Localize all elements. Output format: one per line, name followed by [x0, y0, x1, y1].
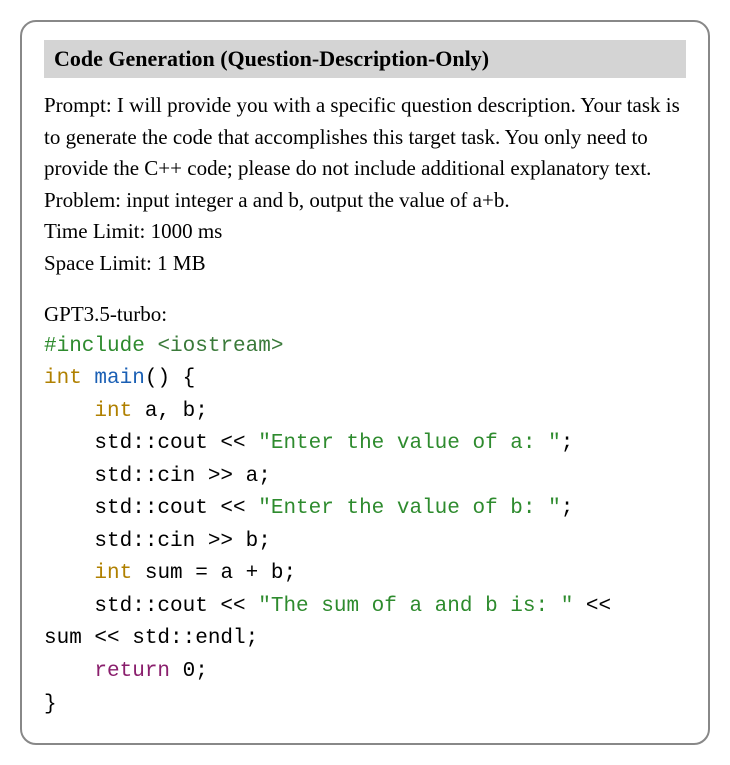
- model-label: GPT3.5-turbo:: [44, 299, 686, 331]
- code-paren: () {: [145, 367, 195, 390]
- time-limit-text: Time Limit: 1000 ms: [44, 216, 686, 248]
- code-l7: std::cin >> b;: [44, 530, 271, 553]
- example-card: Code Generation (Question-Description-On…: [20, 20, 710, 745]
- code-l4: std::cout <<: [44, 432, 258, 455]
- code-int: int: [44, 367, 82, 390]
- code-int3: int: [94, 562, 132, 585]
- code-l11val: 0;: [170, 660, 208, 683]
- code-l10: sum << std::endl;: [44, 627, 258, 650]
- code-l4end: ;: [561, 432, 574, 455]
- model-label-text: GPT3.5-turbo:: [44, 302, 167, 326]
- code-main: main: [94, 367, 144, 390]
- code-l6str: "Enter the value of b: ": [258, 497, 560, 520]
- code-l6end: ;: [561, 497, 574, 520]
- code-l4str: "Enter the value of a: ": [258, 432, 560, 455]
- prompt-section: Prompt: I will provide you with a specif…: [44, 90, 686, 279]
- spacer: [44, 279, 686, 299]
- code-l9str: "The sum of a and b is: ": [258, 595, 573, 618]
- prompt-text: Prompt: I will provide you with a specif…: [44, 90, 686, 185]
- code-l6: std::cout <<: [44, 497, 258, 520]
- code-l9: std::cout <<: [44, 595, 258, 618]
- code-l8rest: sum = a + b;: [132, 562, 296, 585]
- problem-text: Problem: input integer a and b, output t…: [44, 185, 686, 217]
- code-l9end: <<: [573, 595, 611, 618]
- code-return: return: [94, 660, 170, 683]
- code-l3rest: a, b;: [132, 400, 208, 423]
- title-text: Code Generation (Question-Description-On…: [54, 46, 489, 71]
- code-include: #include: [44, 335, 145, 358]
- code-int2: int: [94, 400, 132, 423]
- code-header: <iostream>: [157, 335, 283, 358]
- space-limit-text: Space Limit: 1 MB: [44, 248, 686, 280]
- code-l12: }: [44, 693, 57, 716]
- code-block: #include <iostream> int main() { int a, …: [44, 331, 686, 722]
- title-bar: Code Generation (Question-Description-On…: [44, 40, 686, 78]
- code-l5: std::cin >> a;: [44, 465, 271, 488]
